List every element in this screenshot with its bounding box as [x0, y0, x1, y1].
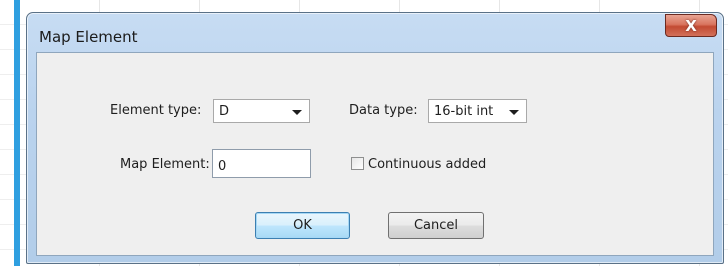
ok-button[interactable]: OK [255, 212, 350, 239]
continuous-added-checkbox[interactable] [351, 157, 364, 170]
close-button[interactable]: X [665, 14, 717, 37]
element-type-select[interactable]: D [213, 99, 310, 123]
element-type-label: Element type: [110, 103, 202, 118]
chevron-down-icon [509, 110, 519, 115]
map-element-label: Map Element: [120, 157, 210, 172]
map-element-input[interactable] [212, 149, 311, 178]
ok-button-label: OK [293, 218, 312, 233]
title-bar[interactable]: Map Element X [27, 13, 723, 53]
data-type-value: 16-bit int [434, 104, 494, 119]
close-icon: X [685, 16, 697, 35]
dialog-client-area: Element type: D Data type: 16-bit int Ma… [36, 52, 714, 256]
continuous-added-label: Continuous added [368, 157, 487, 172]
map-element-dialog: Map Element X Element type: D Data type:… [26, 12, 724, 264]
data-type-label: Data type: [349, 103, 418, 118]
element-type-value: D [219, 104, 230, 119]
chevron-down-icon [292, 110, 302, 115]
data-type-select[interactable]: 16-bit int [428, 99, 527, 123]
cancel-button-label: Cancel [413, 218, 459, 233]
cancel-button[interactable]: Cancel [388, 212, 484, 239]
background-accent-bar [14, 0, 20, 266]
dialog-title: Map Element [39, 28, 138, 46]
